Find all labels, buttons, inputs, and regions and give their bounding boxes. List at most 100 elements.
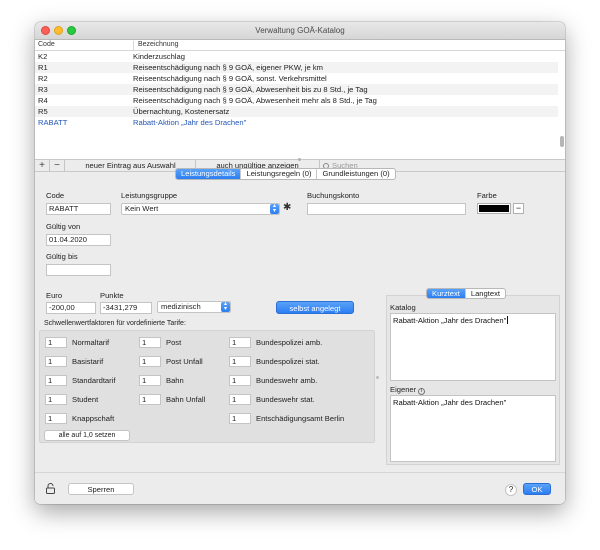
reset-all-button[interactable]: alle auf 1,0 setzen xyxy=(44,430,130,441)
tab-grundleistungen[interactable]: Grundleistungen (0) xyxy=(317,169,394,179)
bahn-unfall-field[interactable]: 1 xyxy=(139,394,161,405)
table-row[interactable]: R4 Reiseentschädigung nach § 9 GOÄ, Abwes… xyxy=(35,95,558,106)
table-row[interactable]: R3 Reiseentschädigung nach § 9 GOÄ, Abwes… xyxy=(35,84,558,95)
bundespolizei-stat-field[interactable]: 1 xyxy=(229,356,251,367)
eigener-textarea[interactable]: Rabatt-Aktion „Jahr des Drachen" xyxy=(390,395,556,462)
table-row-selected[interactable]: RABATT Rabatt-Aktion „Jahr des Drachen" xyxy=(35,117,558,128)
gueltig-von-label: Gültig von xyxy=(46,222,81,231)
ok-button[interactable]: OK xyxy=(523,483,551,495)
sperren-button[interactable]: Sperren xyxy=(68,483,134,495)
column-header-code[interactable]: Code xyxy=(38,41,55,48)
knappschaft-label: Knappschaft xyxy=(72,414,115,423)
post-label: Post xyxy=(166,338,182,347)
table-rows: K2 Kinderzuschlag R1 Reiseentschädigung na… xyxy=(35,51,558,128)
euro-field[interactable]: -200,00 xyxy=(46,302,96,314)
bundeswehr-stat-field[interactable]: 1 xyxy=(229,394,251,405)
student-label: Student xyxy=(72,395,99,404)
color-well[interactable] xyxy=(477,203,511,214)
table-row[interactable]: R1 Reiseentschädigung nach § 9 GOÄ, eigen… xyxy=(35,62,558,73)
split-handle-vertical[interactable] xyxy=(376,376,379,379)
katalog-textarea[interactable]: Rabatt-Aktion „Jahr des Drachen" xyxy=(390,313,556,381)
standardtarif-label: Standardtarif xyxy=(72,376,116,385)
gueltig-bis-label: Gültig bis xyxy=(46,252,78,261)
row-text: Übernachtung, Kostenersatz xyxy=(133,107,230,116)
row-code: K2 xyxy=(38,52,48,61)
bottom-bar: Sperren ? OK xyxy=(35,472,565,504)
add-entry-button[interactable]: + xyxy=(35,160,50,172)
student-field[interactable]: 1 xyxy=(45,394,67,405)
farbe-label: Farbe xyxy=(477,191,497,200)
row-text: Reiseentschädigung nach § 9 GOÄ, Abwesen… xyxy=(133,85,368,94)
eigener-label: Eigener xyxy=(390,385,417,394)
code-field[interactable]: RABATT xyxy=(46,203,111,215)
knappschaft-field[interactable]: 1 xyxy=(45,413,67,424)
window-title: Verwaltung GOÄ-Katalog xyxy=(255,26,345,35)
table-row[interactable]: R2 Reiseentschädigung nach § 9 GOÄ, sonst… xyxy=(35,73,558,84)
buchungskonto-label: Buchungskonto xyxy=(307,191,360,200)
basistarif-field[interactable]: 1 xyxy=(45,356,67,367)
row-text: Reiseentschädigung nach § 9 GOÄ, sonst. … xyxy=(133,74,327,83)
clear-color-button[interactable]: − xyxy=(513,203,524,214)
leistungsgruppe-value: Kein Wert xyxy=(125,204,159,213)
buchungskonto-field[interactable] xyxy=(307,203,466,215)
bundeswehr-amb-label: Bundeswehr amb. xyxy=(256,376,318,385)
normaltarif-label: Normaltarif xyxy=(72,338,110,347)
row-text: Kinderzuschlag xyxy=(133,52,185,61)
entschaedigungsamt-label: Entschädigungsamt Berlin xyxy=(256,414,345,423)
row-text: Rabatt-Aktion „Jahr des Drachen" xyxy=(133,118,247,127)
bundespolizei-stat-label: Bundespolizei stat. xyxy=(256,357,320,366)
table-scrollbar[interactable] xyxy=(560,136,564,147)
bundespolizei-amb-label: Bundespolizei amb. xyxy=(256,338,323,347)
color-swatch xyxy=(479,205,509,212)
bahn-field[interactable]: 1 xyxy=(139,375,161,386)
tab-langtext[interactable]: Langtext xyxy=(466,289,505,298)
leistungsgruppe-select[interactable]: Kein Wert ▴ ▾ xyxy=(121,203,280,215)
tarife-heading: Schwellenwertfaktoren für vordefinierte … xyxy=(44,320,186,327)
table-row[interactable]: R5 Übernachtung, Kostenersatz xyxy=(35,106,558,117)
help-button[interactable]: ? xyxy=(505,484,517,496)
katalog-text: Rabatt-Aktion „Jahr des Drachen" xyxy=(393,316,507,325)
code-label: Code xyxy=(46,191,65,200)
row-code: R1 xyxy=(38,63,48,72)
bundeswehr-amb-field[interactable]: 1 xyxy=(229,375,251,386)
euro-label: Euro xyxy=(46,291,63,300)
tarif-panel: 1 Normaltarif 1 Basistarif 1 Standardtar… xyxy=(39,330,375,443)
text-caret xyxy=(507,316,509,324)
row-code: R3 xyxy=(38,85,48,94)
punkte-field[interactable]: -3431,279 xyxy=(100,302,152,314)
table-row[interactable]: K2 Kinderzuschlag xyxy=(35,51,558,62)
gueltig-bis-field[interactable] xyxy=(46,264,111,276)
bundespolizei-amb-field[interactable]: 1 xyxy=(229,337,251,348)
row-code: R2 xyxy=(38,74,48,83)
katalog-label: Katalog xyxy=(390,303,416,312)
table-header: Code Bezeichnung xyxy=(35,40,565,51)
tab-kurztext[interactable]: Kurztext xyxy=(427,289,466,298)
post-field[interactable]: 1 xyxy=(139,337,161,348)
standardtarif-field[interactable]: 1 xyxy=(45,375,67,386)
catalog-table: Code Bezeichnung K2 Kinderzuschlag R1 Reis… xyxy=(35,40,565,172)
row-text: Reiseentschädigung nach § 9 GOÄ, eigener… xyxy=(133,63,323,72)
selbst-angelegt-button[interactable]: selbst angelegt xyxy=(276,301,354,314)
post-unfall-field[interactable]: 1 xyxy=(139,356,161,367)
entschaedigungsamt-field[interactable]: 1 xyxy=(229,413,251,424)
typ-select[interactable]: medizinisch ▴ ▾ xyxy=(157,301,231,313)
punkte-label: Punkte xyxy=(100,291,124,300)
title-bar: Verwaltung GOÄ-Katalog xyxy=(35,22,565,40)
typ-value: medizinisch xyxy=(161,302,201,311)
basistarif-label: Basistarif xyxy=(72,357,104,366)
gear-icon[interactable]: ✱ xyxy=(283,202,291,213)
normaltarif-field[interactable]: 1 xyxy=(45,337,67,348)
unlock-icon[interactable] xyxy=(46,483,55,494)
split-handle[interactable] xyxy=(298,158,301,161)
column-header-bezeichnung[interactable]: Bezeichnung xyxy=(133,41,178,50)
detail-tabs: Leistungsdetails Leistungsregeln (0) Gru… xyxy=(175,168,396,180)
row-text: Reiseentschädigung nach § 9 GOÄ, Abwesen… xyxy=(133,96,377,105)
row-code: RABATT xyxy=(38,118,68,127)
tab-leistungsdetails[interactable]: Leistungsdetails xyxy=(176,169,242,179)
remove-entry-button[interactable]: − xyxy=(50,160,65,172)
gueltig-von-field[interactable]: 01.04.2020 xyxy=(46,234,111,246)
eigener-label-group: Eigener i xyxy=(390,385,426,395)
tab-leistungsregeln[interactable]: Leistungsregeln (0) xyxy=(241,169,318,179)
bahn-label: Bahn xyxy=(166,376,184,385)
info-icon[interactable]: i xyxy=(418,388,426,395)
